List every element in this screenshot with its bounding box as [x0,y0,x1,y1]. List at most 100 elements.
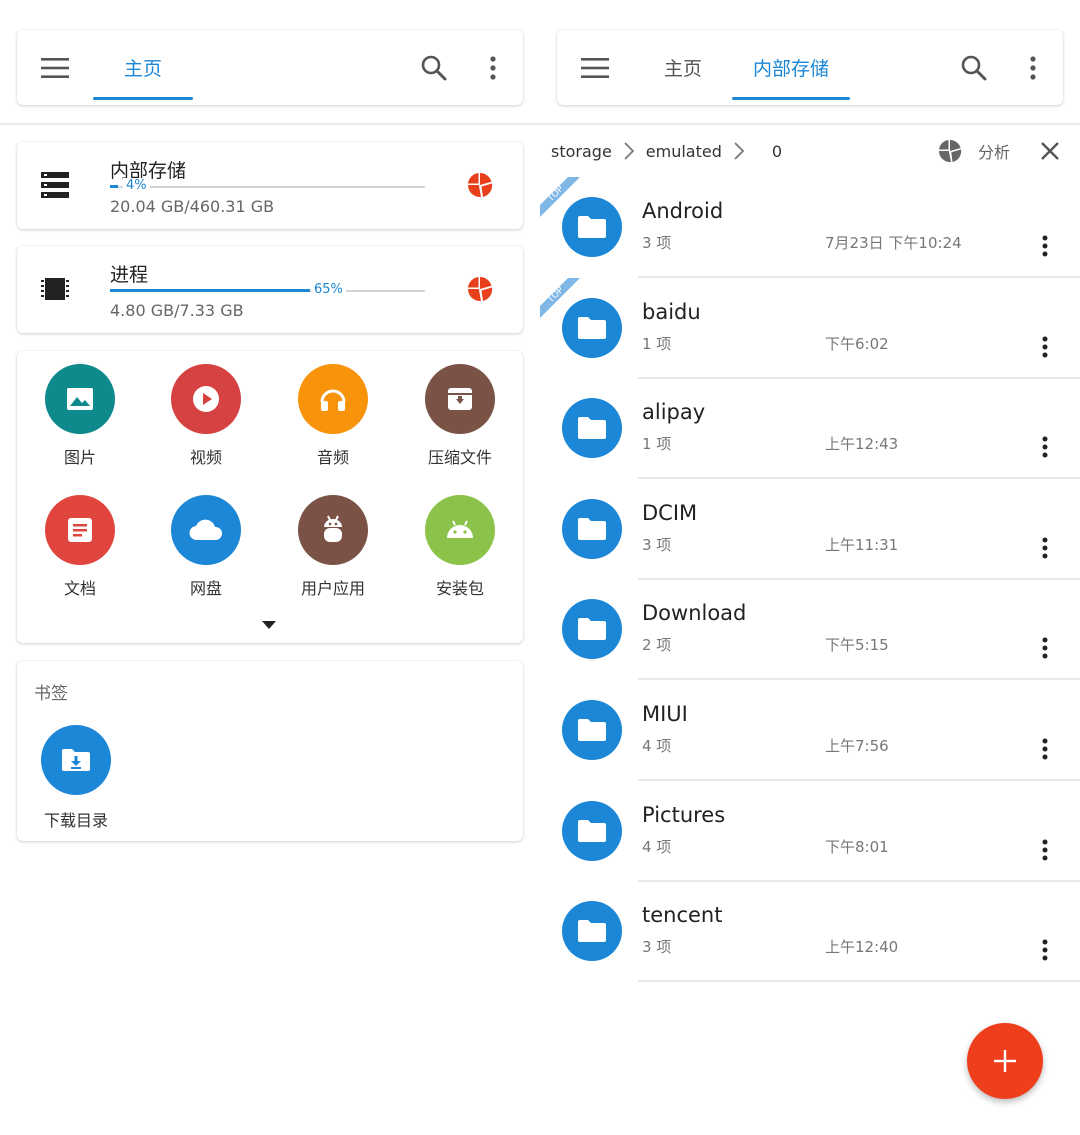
folder-icon [562,498,622,559]
process-percent: 65% [311,282,346,297]
file-item-count: 2 项 [642,636,672,655]
more-vert-icon [1042,235,1048,257]
folder-icon [562,800,622,861]
file-name: Pictures [642,802,726,827]
download-folder-icon [62,749,90,771]
file-more-button[interactable] [1042,939,1048,965]
process-pie-icon[interactable] [467,276,493,302]
row-divider [638,980,1080,983]
category-apk[interactable]: 安装包 [405,495,515,599]
file-item-count: 4 项 [642,737,672,755]
category-images[interactable]: 图片 [25,364,135,468]
menu-icon [581,57,609,78]
menu-button-right[interactable] [565,30,625,105]
storage-icon [41,172,69,198]
expand-arrow-icon[interactable] [262,621,276,630]
category-audio[interactable]: 音频 [278,364,388,468]
breadcrumb: storage emulated 0 [551,137,782,165]
file-row-pictures[interactable]: Pictures 4 项 下午8:01 [540,781,1080,882]
file-row-dcim[interactable]: DCIM 3 项 上午11:31 [540,479,1080,580]
category-videos-label: 视频 [189,448,222,467]
pie-chart-icon [938,139,962,163]
tab-home-right-label: 主页 [663,58,702,80]
category-images-label: 图片 [63,448,96,467]
more-vert-icon [1042,637,1048,659]
bookmark-download[interactable]: 下载目录 [31,725,121,831]
tab-home-right[interactable]: 主页 [643,30,723,105]
file-more-button[interactable] [1042,839,1048,865]
file-name: DCIM [642,500,698,525]
process-card[interactable]: 进程 65% 4.80 GB/7.33 GB [17,246,523,333]
more-button[interactable] [463,30,523,105]
file-more-button[interactable] [1042,637,1048,663]
internal-storage-card[interactable]: 内部存储 4% 20.04 GB/460.31 GB [17,142,523,229]
menu-button[interactable] [25,30,85,105]
more-vert-icon [490,55,496,80]
chevron-right-icon [734,142,744,160]
file-more-button[interactable] [1042,336,1048,362]
category-cloud[interactable]: 网盘 [151,495,261,599]
file-more-button[interactable] [1042,537,1048,563]
category-documents[interactable]: 文档 [25,495,135,599]
category-videos[interactable]: 视频 [151,364,261,468]
chip-icon [41,278,69,300]
file-modified-time: 下午8:01 [825,837,889,856]
more-button-right[interactable] [1003,30,1063,105]
plus-icon [994,1050,1016,1072]
file-row-tencent[interactable]: tencent 3 项 上午12:40 [540,881,1080,983]
file-row-android[interactable]: Android 3 项 7月23日 下午10:24 TOP [540,177,1080,278]
file-modified-time: 上午11:31 [825,535,899,554]
file-more-button[interactable] [1042,436,1048,462]
file-item-count: 3 项 [642,535,672,554]
breadcrumb-emulated[interactable]: emulated [646,142,722,161]
search-icon [961,55,987,80]
breadcrumb-0[interactable]: 0 [772,142,782,161]
category-cloud-label: 网盘 [189,579,222,598]
tab-internal-storage[interactable]: 内部存储 [732,30,850,105]
storage-pie-icon[interactable] [467,172,493,198]
file-modified-time: 下午5:15 [825,636,889,655]
archive-icon [448,388,472,410]
file-item-count: 3 项 [642,234,672,252]
close-icon [1041,142,1059,160]
process-size: 4.80 GB/7.33 GB [110,301,244,320]
pinned-top-badge: TOP [540,177,580,217]
category-cloud-circle [171,495,241,565]
storage-size: 20.04 GB/460.31 GB [110,197,275,216]
category-videos-circle [171,364,241,434]
tab-home[interactable]: 主页 [93,30,193,105]
headphones-icon [320,389,346,411]
file-row-download[interactable]: Download 2 项 下午5:15 [540,579,1080,681]
bookmarks-title: 书签 [34,684,68,704]
file-row-miui[interactable]: MIUI 4 项 上午7:56 [540,680,1080,781]
category-user-apps[interactable]: 用户应用 [278,495,388,599]
category-archives[interactable]: 压缩文件 [405,364,515,468]
chevron-right-icon [624,142,634,160]
close-button[interactable] [1040,137,1060,165]
file-name: baidu [642,299,701,324]
bookmarks-card: 书签 下载目录 [17,661,523,841]
analyze-button[interactable]: 分析 [938,137,1010,165]
file-name: tencent [642,903,723,928]
search-button[interactable] [404,30,464,105]
document-icon [68,518,92,542]
file-more-button[interactable] [1042,235,1048,261]
file-modified-time: 7月23日 下午10:24 [825,234,962,252]
tab-home-label: 主页 [123,58,162,80]
breadcrumb-storage[interactable]: storage [551,142,612,161]
file-modified-time: 下午6:02 [825,334,889,353]
more-vert-icon [1042,336,1048,358]
left-toolbar: 主页 [17,30,523,105]
file-row-alipay[interactable]: alipay 1 项 上午12:43 [540,378,1080,480]
file-row-baidu[interactable]: baidu 1 项 下午6:02 TOP [540,277,1080,379]
toolbar-divider [0,123,1080,125]
menu-icon [41,57,69,78]
add-fab-button[interactable] [967,1023,1043,1099]
tab-internal-storage-label: 内部存储 [752,58,829,80]
more-vert-icon [1030,55,1036,80]
file-more-button[interactable] [1042,738,1048,764]
file-modified-time: 上午12:43 [825,435,899,454]
search-button-right[interactable] [944,30,1004,105]
file-name: MIUI [642,702,688,726]
right-toolbar: 主页 内部存储 [557,30,1063,105]
